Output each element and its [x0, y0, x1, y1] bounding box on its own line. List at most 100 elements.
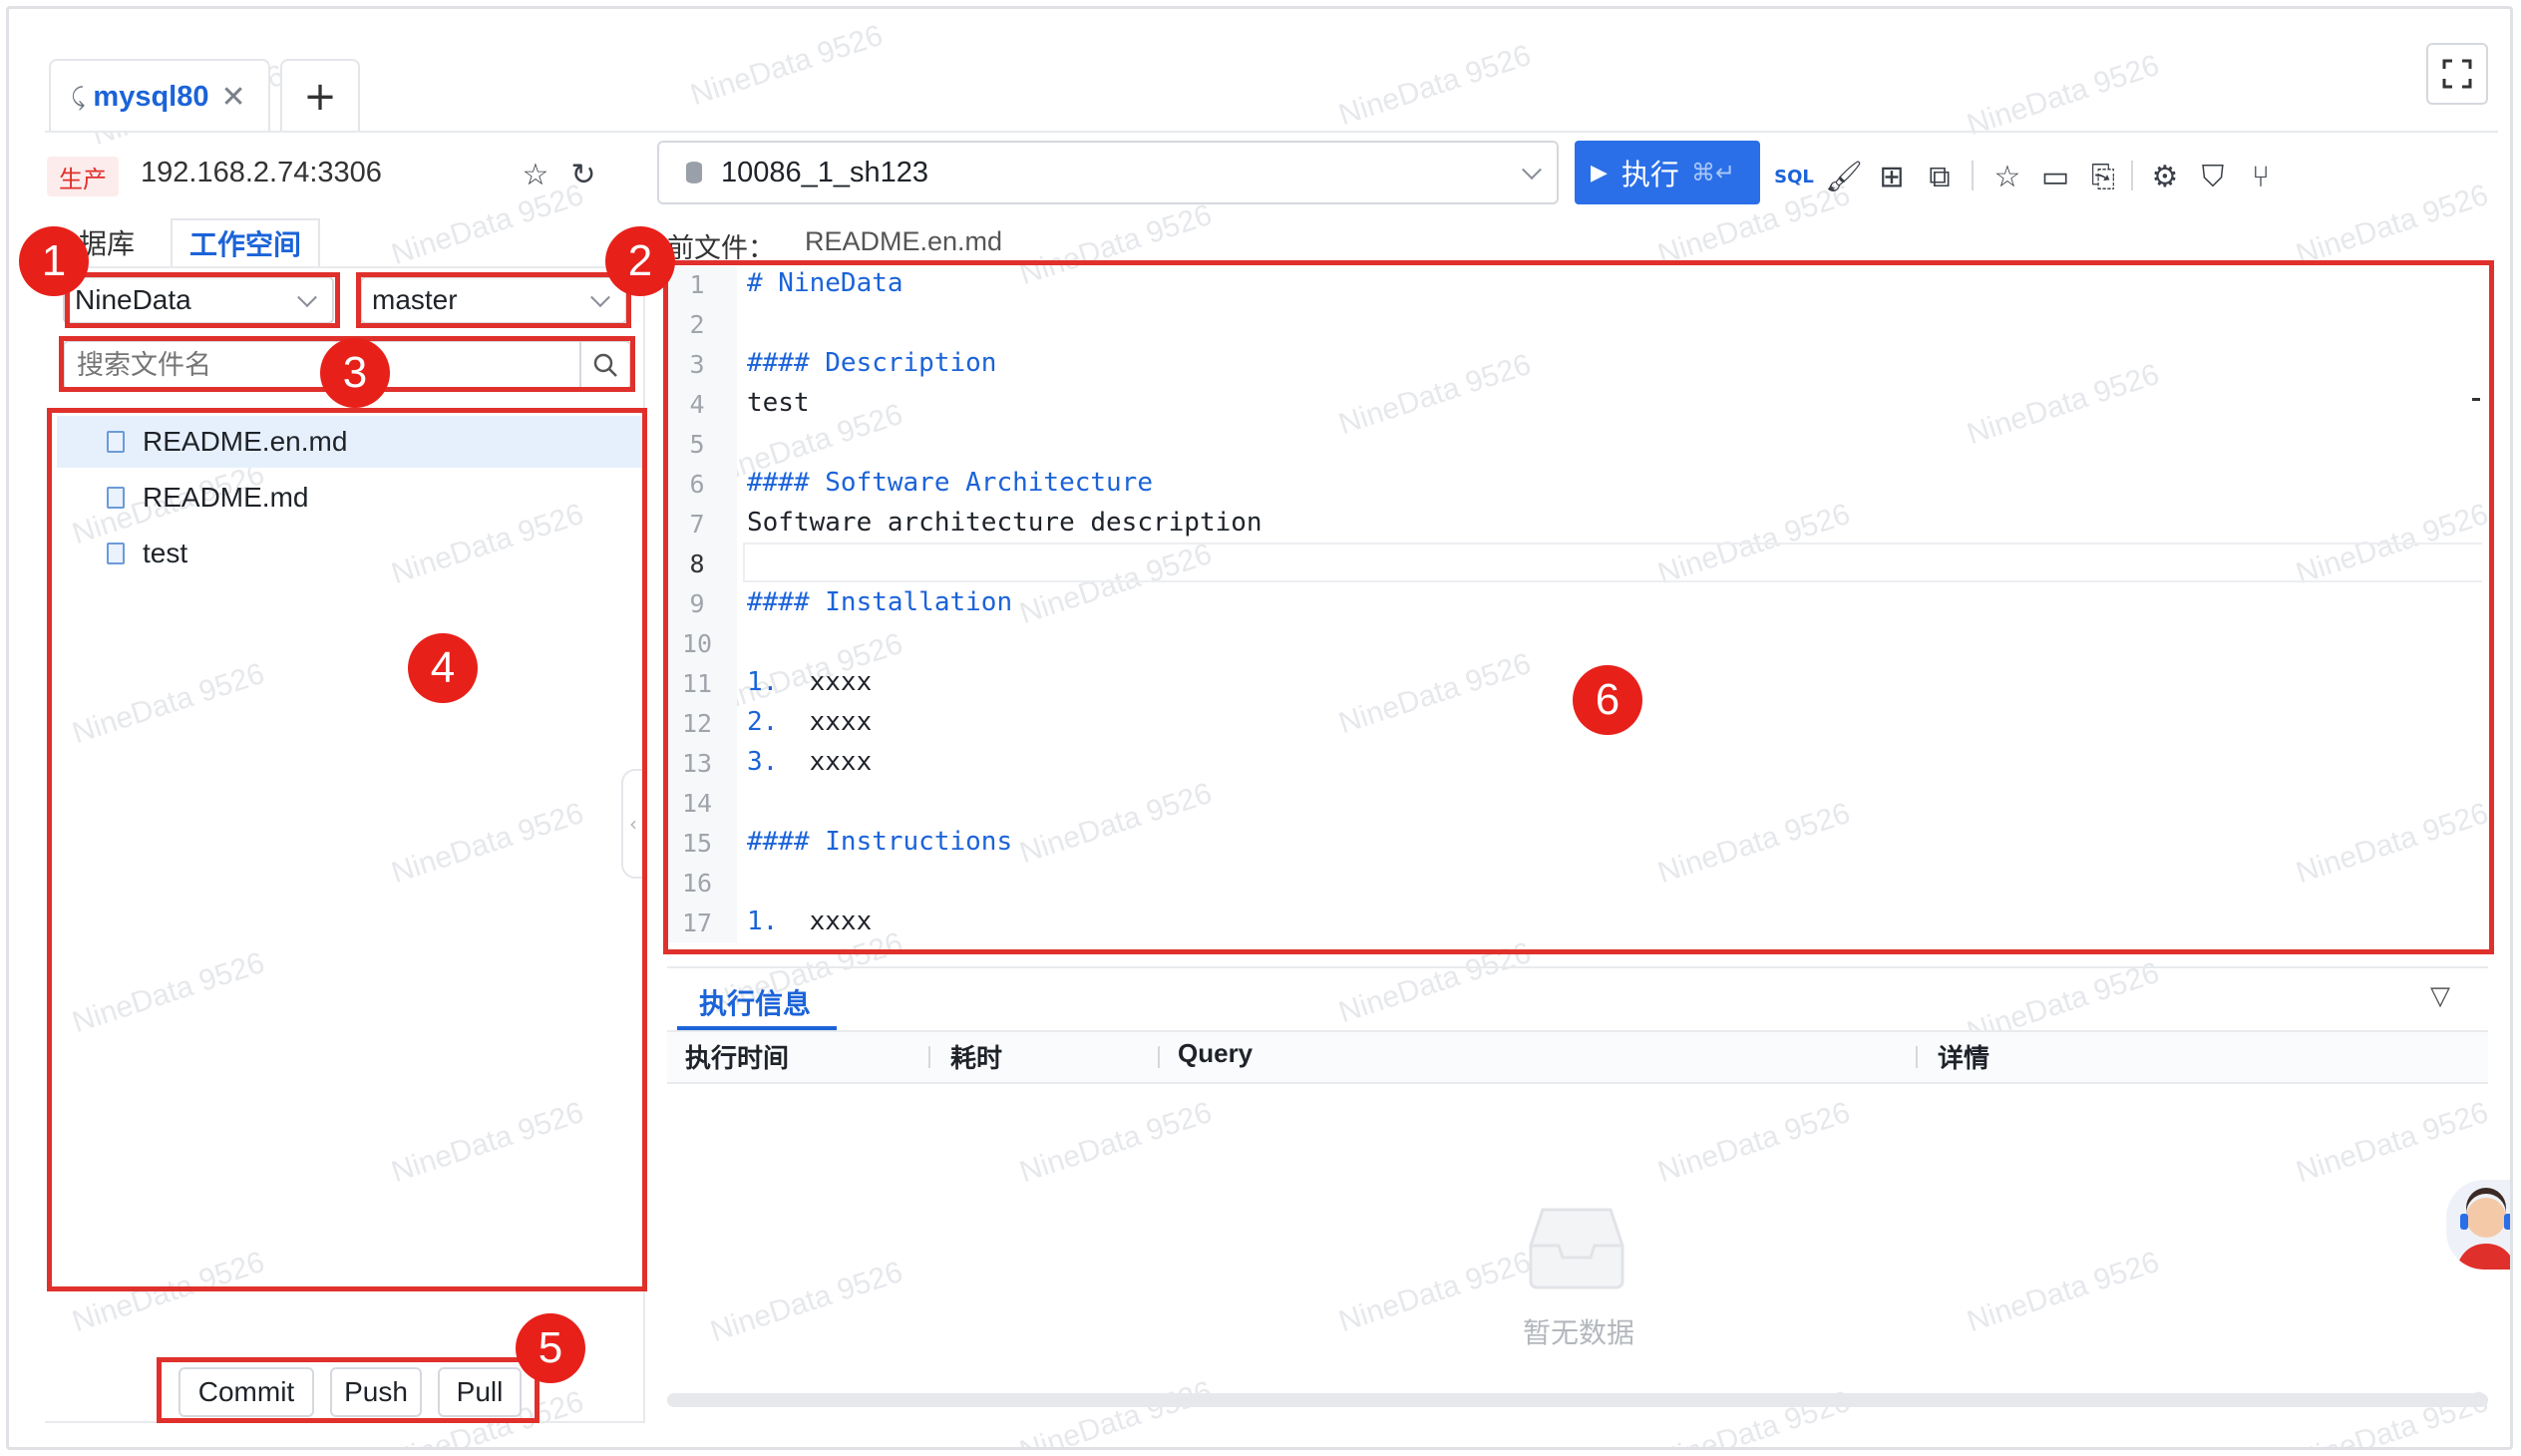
- code-text: xxxx: [778, 747, 873, 777]
- database-select[interactable]: 10086_1_sh123: [657, 141, 1559, 204]
- left-tab-divider: [45, 266, 643, 268]
- watermark: NineData 9526: [706, 1255, 907, 1349]
- line-number: 11: [681, 669, 713, 698]
- code-text: xxxx: [778, 907, 873, 936]
- file-icon: [107, 543, 125, 564]
- code-text: Software architecture description: [747, 508, 1262, 538]
- line-number: 17: [681, 909, 713, 937]
- env-badge: 生产: [47, 157, 119, 196]
- scroll-marker: [2472, 398, 2480, 401]
- column-separator: [928, 1046, 930, 1068]
- annotation-badge-3: 3: [320, 338, 390, 408]
- code-editor[interactable]: 1 # NineData 2 3 #### Description 4 test 5 6 ####…: [667, 266, 2482, 942]
- file-item-readme-en[interactable]: README.en.md: [57, 416, 643, 468]
- column-separator: [1916, 1046, 1918, 1068]
- code-text: test: [747, 388, 810, 418]
- line-number: 16: [681, 869, 713, 898]
- annotation-badge-6: 6: [1573, 665, 1642, 735]
- chevron-down-icon: [590, 287, 610, 308]
- list-marker: 3.: [747, 747, 779, 777]
- line-number: 1: [689, 270, 705, 299]
- file-icon: [107, 431, 125, 453]
- folder-icon[interactable]: ▭: [2033, 155, 2077, 198]
- list-marker: 2.: [747, 707, 779, 737]
- column-exec-time: 执行时间: [685, 1043, 790, 1073]
- gear-icon[interactable]: ⚙: [2143, 155, 2187, 198]
- chevron-down-icon: [1522, 160, 1542, 181]
- tab-mysql80[interactable]: ⤹ mysql80 ✕: [49, 59, 270, 133]
- fullscreen-button[interactable]: [2426, 43, 2488, 105]
- plus-icon: +: [303, 74, 337, 120]
- branch-select[interactable]: master: [360, 276, 627, 324]
- refresh-icon[interactable]: ↻: [563, 155, 603, 194]
- collapse-panel-handle[interactable]: ‹: [621, 769, 643, 879]
- line-number: 14: [681, 789, 713, 818]
- database-select-value: 10086_1_sh123: [721, 156, 929, 188]
- panel-divider: [643, 266, 645, 1423]
- code-text: # NineData: [747, 268, 903, 298]
- shield-icon[interactable]: ⛉: [2191, 155, 2235, 198]
- repo-select[interactable]: NineData: [63, 276, 334, 324]
- fullscreen-icon: [2442, 59, 2472, 89]
- code-line: #### Instructions: [747, 827, 1012, 857]
- support-avatar-button[interactable]: [2446, 1180, 2510, 1270]
- code-line: 1. xxxx: [747, 907, 872, 936]
- app-window: NineData 9526 NineData 9526 NineData 9526 N…: [6, 6, 2513, 1450]
- file-settings-icon[interactable]: ⎘: [2081, 155, 2125, 198]
- line-number: 6: [689, 470, 705, 499]
- code-line: #### Installation: [747, 587, 1012, 617]
- tree-icon[interactable]: ⊞: [1870, 155, 1914, 198]
- code-text: #### Installation: [747, 587, 1013, 617]
- watermark: NineData 9526: [2292, 1095, 2493, 1190]
- tab-execution-info[interactable]: 执行信息: [699, 982, 811, 1022]
- code-text: #### Software Architecture: [747, 468, 1153, 498]
- column-separator: [1158, 1046, 1160, 1068]
- line-number: 5: [689, 430, 705, 459]
- column-details: 详情: [1938, 1043, 1990, 1073]
- tab-divider: [45, 131, 2498, 133]
- collapse-result-icon[interactable]: ▽: [2418, 974, 2462, 1018]
- line-number: 10: [681, 629, 713, 658]
- empty-text: 暂无数据: [1523, 1316, 1635, 1349]
- chart-icon[interactable]: ⧉: [1918, 155, 1962, 198]
- file-item-readme[interactable]: README.md: [57, 472, 643, 524]
- pull-button[interactable]: Pull: [438, 1367, 522, 1417]
- play-icon: ▶: [1591, 160, 1608, 185]
- paint-icon[interactable]: 🖌︎: [1822, 155, 1866, 198]
- file-tree: README.en.md README.md test: [57, 416, 643, 1283]
- active-line-highlight: [743, 543, 2482, 582]
- watermark: NineData 9526: [1015, 1095, 1217, 1190]
- code-text: xxxx: [778, 667, 873, 697]
- line-number: 2: [689, 310, 705, 339]
- star-icon[interactable]: ☆: [1985, 155, 2029, 198]
- code-line: #### Description: [747, 348, 996, 378]
- favorite-star-icon[interactable]: ☆: [516, 155, 555, 194]
- column-duration: 耗时: [950, 1043, 1003, 1073]
- push-button[interactable]: Push: [330, 1367, 422, 1417]
- commit-button[interactable]: Commit: [179, 1367, 314, 1417]
- branch-select-value: master: [372, 284, 458, 315]
- tab-workspace[interactable]: 工作空间: [171, 218, 320, 266]
- connection-icon: ⤹: [71, 83, 86, 111]
- file-item-test[interactable]: test: [57, 528, 643, 579]
- file-name: README.en.md: [143, 426, 348, 457]
- branch-icon[interactable]: ⑂: [2239, 155, 2283, 198]
- watermark: NineData 9526: [686, 18, 888, 113]
- run-button[interactable]: ▶ 执行 ⌘↵: [1575, 141, 1760, 204]
- chevron-down-icon: [297, 287, 317, 308]
- customer-service-icon: [2456, 1188, 2510, 1270]
- line-number: 3: [689, 350, 705, 379]
- result-table-header: [667, 1030, 2488, 1084]
- code-text: #### Description: [747, 348, 997, 378]
- sql-format-icon[interactable]: SQL: [1772, 155, 1816, 198]
- close-icon[interactable]: ✕: [220, 80, 245, 115]
- repo-select-value: NineData: [75, 284, 191, 315]
- search-button[interactable]: [579, 342, 629, 388]
- current-file-label: 前文件：: [667, 233, 775, 264]
- horizontal-scrollbar[interactable]: [667, 1393, 2488, 1407]
- add-tab-button[interactable]: +: [280, 59, 360, 133]
- file-name: README.md: [143, 482, 309, 513]
- code-line: #### Software Architecture: [747, 468, 1153, 498]
- host-address: 192.168.2.74:3306: [141, 157, 382, 188]
- code-line: # NineData: [747, 268, 903, 298]
